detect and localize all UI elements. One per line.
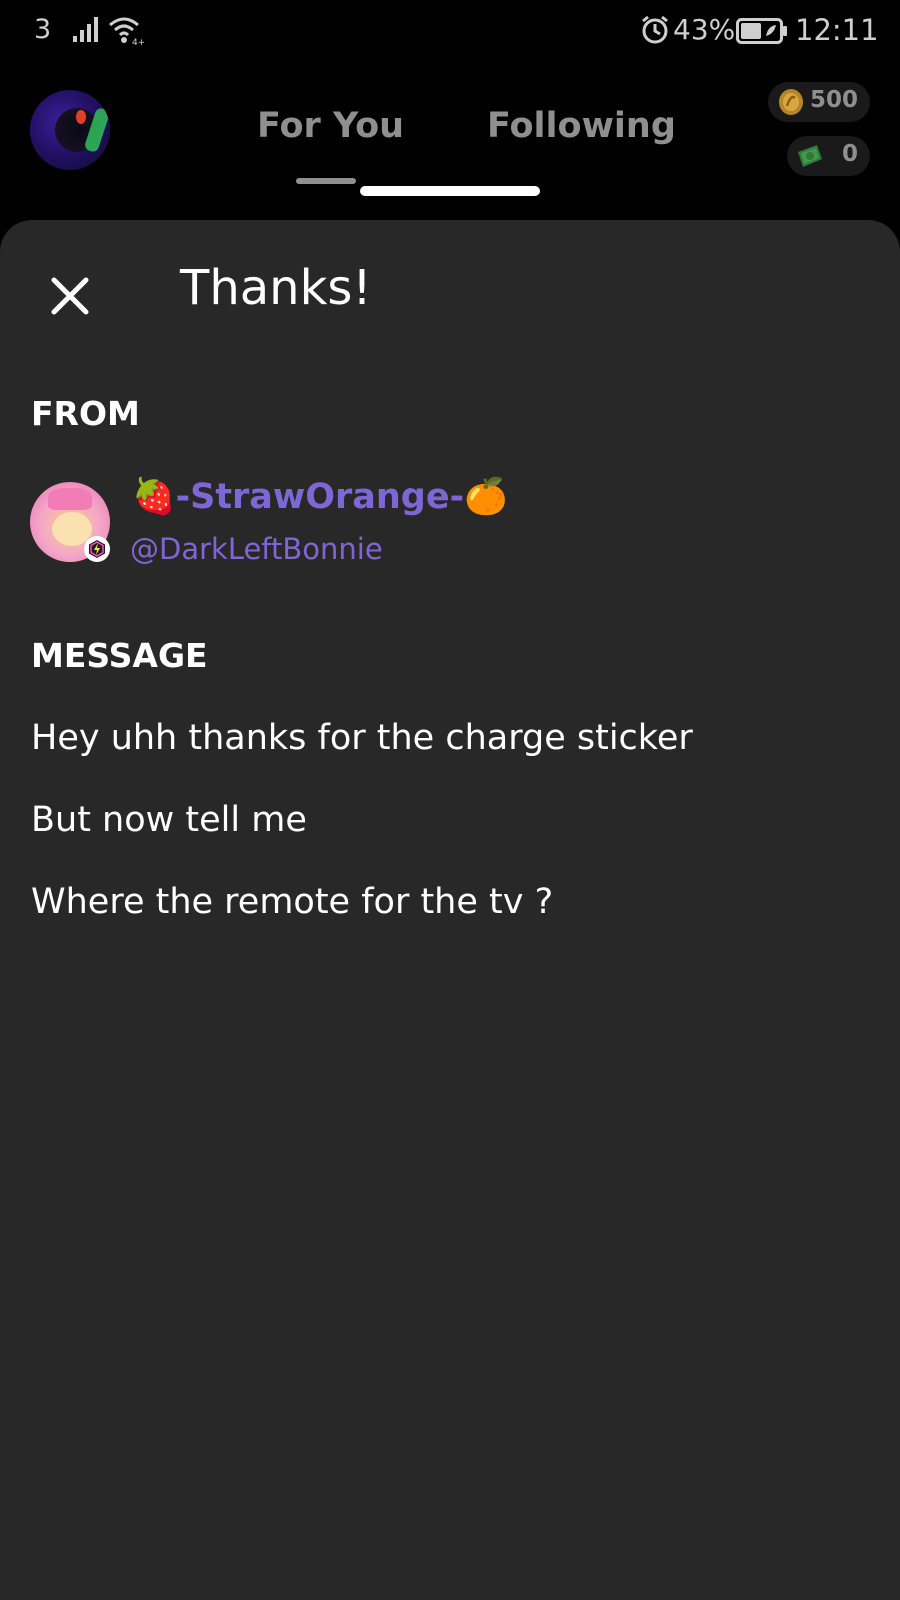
- tab-for-you[interactable]: For You: [257, 106, 404, 146]
- cash-value: 0: [841, 141, 858, 167]
- sheet-title: Thanks!: [180, 260, 372, 316]
- message-label: MESSAGE: [31, 636, 208, 675]
- from-label: FROM: [31, 394, 140, 433]
- status-bar: 3 4+ 43% 12:11: [0, 0, 900, 62]
- message-line: Hey uhh thanks for the charge sticker: [31, 718, 693, 758]
- coin-icon: [779, 89, 803, 115]
- clock: 12:11: [795, 13, 879, 47]
- sheet-drag-handle[interactable]: [360, 186, 540, 196]
- alarm-icon: [642, 15, 668, 44]
- active-tab-indicator: [296, 178, 356, 184]
- message-line: But now tell me: [31, 800, 307, 840]
- cash-icon: [798, 145, 822, 167]
- message-line: Where the remote for the tv ?: [31, 882, 554, 922]
- signal-icon: [73, 17, 98, 42]
- svg-text:4+: 4+: [132, 38, 144, 46]
- sender-handle[interactable]: @DarkLeftBonnie: [130, 532, 383, 566]
- battery-icon: [736, 18, 787, 44]
- thanks-sheet: Thanks! FROM 🍓-StrawOrange-🍊 @DarkLeftBo…: [0, 220, 900, 1600]
- tab-following[interactable]: Following: [487, 106, 676, 146]
- close-icon[interactable]: [40, 266, 100, 326]
- coin-value: 500: [809, 87, 858, 113]
- sender-display-name[interactable]: 🍓-StrawOrange-🍊: [132, 476, 508, 517]
- wifi-icon: 4+: [109, 17, 144, 46]
- battery-percent: 43%: [673, 13, 736, 46]
- carrier-label: 3: [34, 14, 52, 45]
- profile-avatar[interactable]: [30, 90, 110, 170]
- app-header: For You Following 500 0: [0, 62, 900, 220]
- coin-balance[interactable]: 500: [768, 82, 870, 122]
- cash-balance[interactable]: 0: [787, 136, 870, 176]
- verified-badge-icon: [84, 536, 110, 562]
